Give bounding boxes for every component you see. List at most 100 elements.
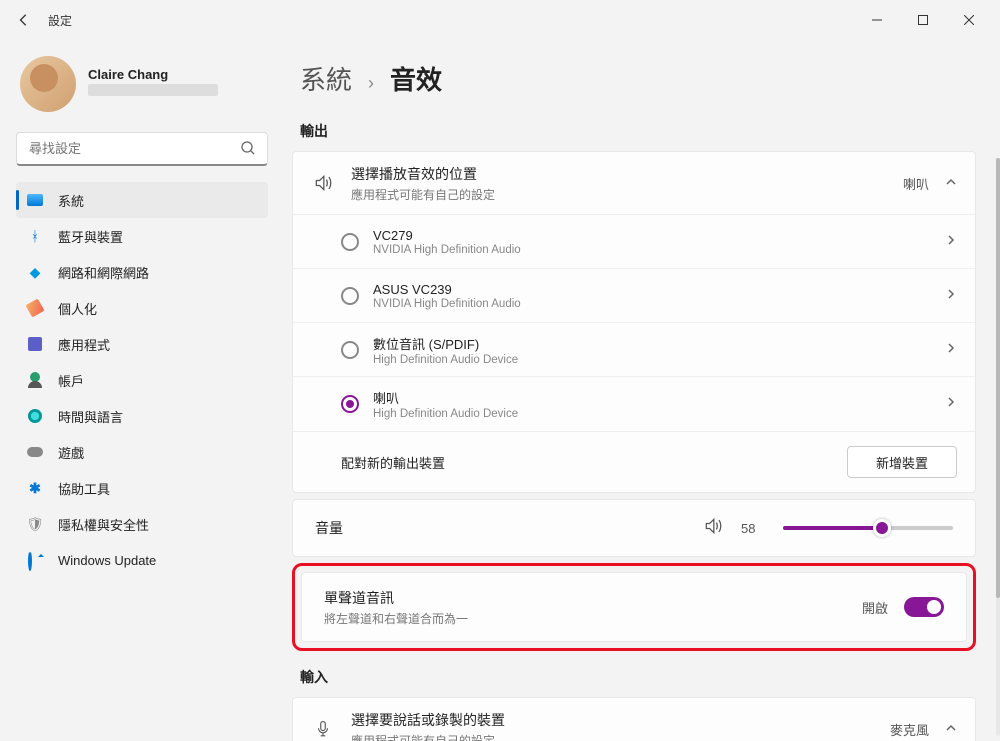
arrow-left-icon: [17, 13, 31, 27]
nav-list: 系統 ᚼ藍牙與裝置 ◆網路和網際網路 個人化 應用程式 帳戶 時間與語言 遊戲 …: [16, 182, 268, 578]
maximize-button[interactable]: [900, 4, 946, 36]
gaming-icon: [26, 443, 44, 461]
radio-unchecked-icon[interactable]: [341, 341, 359, 359]
radio-unchecked-icon[interactable]: [341, 233, 359, 251]
device-name: ASUS VC239: [373, 282, 931, 297]
volume-slider-thumb[interactable]: [873, 519, 891, 537]
microphone-icon: [311, 719, 335, 739]
sidebar-item-time-language[interactable]: 時間與語言: [16, 398, 268, 434]
content-pane: 系統 › 音效 輸出 選擇播放音效的位置 應用程式可能有自己的設定 喇叭: [280, 40, 1000, 741]
time-icon: [26, 407, 44, 425]
update-icon: [26, 551, 44, 569]
speaker-icon: [311, 173, 335, 193]
output-device-current: 喇叭: [903, 174, 929, 193]
sidebar-item-label: 個人化: [58, 299, 97, 318]
sidebar-item-apps[interactable]: 應用程式: [16, 326, 268, 362]
scrollbar-thumb[interactable]: [996, 158, 1000, 598]
mono-audio-toggle[interactable]: [904, 597, 944, 617]
device-driver: High Definition Audio Device: [373, 408, 931, 420]
section-output-title: 輸出: [292, 115, 976, 151]
add-device-button[interactable]: 新增裝置: [847, 446, 957, 478]
chevron-right-icon: [945, 287, 957, 305]
pair-device-label: 配對新的輸出裝置: [341, 453, 847, 472]
minimize-button[interactable]: [854, 4, 900, 36]
chevron-right-icon: [945, 233, 957, 251]
close-button[interactable]: [946, 4, 992, 36]
sidebar-item-label: 協助工具: [58, 479, 110, 498]
highlight-annotation: 單聲道音訊 將左聲道和右聲道合而為一 開啟: [292, 563, 976, 651]
output-device-option[interactable]: ASUS VC239 NVIDIA High Definition Audio: [293, 269, 975, 323]
input-device-current: 麥克風: [890, 720, 929, 739]
device-driver: NVIDIA High Definition Audio: [373, 298, 931, 310]
apps-icon: [26, 335, 44, 353]
output-device-card: 選擇播放音效的位置 應用程式可能有自己的設定 喇叭 VC279 NVIDIA H…: [292, 151, 976, 493]
search-box[interactable]: [16, 132, 268, 166]
mono-audio-card[interactable]: 單聲道音訊 將左聲道和右聲道合而為一 開啟: [301, 572, 967, 642]
user-name: Claire Chang: [88, 67, 218, 82]
breadcrumb: 系統 › 音效: [292, 40, 976, 115]
device-driver: NVIDIA High Definition Audio: [373, 244, 931, 256]
toggle-knob-icon: [927, 600, 941, 614]
volume-label: 音量: [315, 518, 343, 538]
sidebar-item-label: 時間與語言: [58, 407, 123, 426]
sidebar-item-accounts[interactable]: 帳戶: [16, 362, 268, 398]
output-device-option[interactable]: 喇叭 High Definition Audio Device: [293, 377, 975, 431]
window-controls: [854, 4, 992, 36]
sidebar-item-bluetooth[interactable]: ᚼ藍牙與裝置: [16, 218, 268, 254]
input-device-header[interactable]: 選擇要說話或錄製的裝置 應用程式可能有自己的設定 麥克風: [293, 698, 975, 741]
section-input-title: 輸入: [292, 661, 976, 697]
app-title: 設定: [48, 12, 72, 29]
device-driver: High Definition Audio Device: [373, 354, 931, 366]
accounts-icon: [26, 371, 44, 389]
back-button[interactable]: [8, 4, 40, 36]
device-name: 數位音訊 (S/PDIF): [373, 334, 931, 353]
sidebar-item-system[interactable]: 系統: [16, 182, 268, 218]
titlebar: 設定: [0, 0, 1000, 40]
sidebar-item-gaming[interactable]: 遊戲: [16, 434, 268, 470]
output-device-option[interactable]: VC279 NVIDIA High Definition Audio: [293, 215, 975, 269]
user-info: Claire Chang: [88, 67, 218, 101]
sidebar-item-label: 帳戶: [58, 371, 84, 390]
output-device-title: 選擇播放音效的位置: [351, 164, 887, 184]
sidebar-item-accessibility[interactable]: ✱ 協助工具: [16, 470, 268, 506]
bluetooth-icon: ᚼ: [26, 227, 44, 245]
accessibility-icon: ✱: [26, 479, 44, 497]
output-device-header[interactable]: 選擇播放音效的位置 應用程式可能有自己的設定 喇叭: [293, 152, 975, 214]
chevron-right-icon: [945, 395, 957, 413]
volume-slider-fill: [783, 526, 882, 530]
device-name: 喇叭: [373, 388, 931, 407]
sidebar-item-label: 網路和網際網路: [58, 263, 149, 282]
sidebar: Claire Chang 系統 ᚼ藍牙與裝置 ◆網路和網際網路 個人化 應用程式…: [0, 40, 280, 741]
avatar: [20, 56, 76, 112]
sidebar-item-windows-update[interactable]: Windows Update: [16, 542, 268, 578]
privacy-icon: 🛡: [26, 515, 44, 533]
sidebar-item-label: 應用程式: [58, 335, 110, 354]
sidebar-item-network[interactable]: ◆網路和網際網路: [16, 254, 268, 290]
sidebar-item-personalization[interactable]: 個人化: [16, 290, 268, 326]
user-email: [88, 84, 218, 96]
search-input[interactable]: [16, 132, 268, 166]
output-device-option[interactable]: 數位音訊 (S/PDIF) High Definition Audio Devi…: [293, 323, 975, 377]
sidebar-item-label: 系統: [58, 191, 84, 210]
input-device-card: 選擇要說話或錄製的裝置 應用程式可能有自己的設定 麥克風 麥克風: [292, 697, 976, 741]
input-device-title: 選擇要說話或錄製的裝置: [351, 710, 874, 730]
pair-device-row: 配對新的輸出裝置 新增裝置: [293, 431, 975, 492]
mono-audio-title: 單聲道音訊: [324, 588, 846, 608]
radio-checked-icon[interactable]: [341, 395, 359, 413]
close-icon: [964, 15, 974, 25]
volume-mute-icon[interactable]: [703, 516, 723, 541]
volume-value: 58: [741, 521, 765, 536]
user-block[interactable]: Claire Chang: [16, 40, 268, 132]
maximize-icon: [918, 15, 928, 25]
mono-audio-subtitle: 將左聲道和右聲道合而為一: [324, 610, 846, 627]
output-device-subtitle: 應用程式可能有自己的設定: [351, 186, 887, 203]
input-device-subtitle: 應用程式可能有自己的設定: [351, 732, 874, 741]
radio-unchecked-icon[interactable]: [341, 287, 359, 305]
breadcrumb-parent[interactable]: 系統: [300, 60, 352, 97]
sidebar-item-label: Windows Update: [58, 553, 156, 568]
personalization-icon: [26, 299, 44, 317]
page-title: 音效: [390, 60, 442, 97]
sidebar-item-label: 遊戲: [58, 443, 84, 462]
sidebar-item-privacy[interactable]: 🛡隱私權與安全性: [16, 506, 268, 542]
volume-slider[interactable]: [783, 526, 953, 530]
